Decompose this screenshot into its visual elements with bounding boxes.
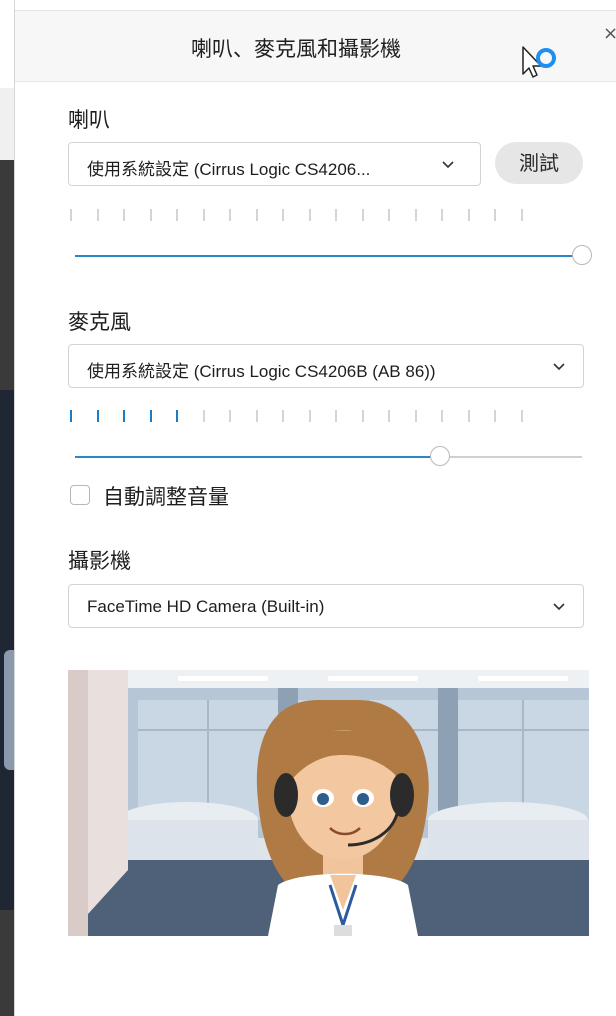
slider-fill — [75, 456, 441, 458]
level-segment — [521, 209, 523, 221]
level-segment — [388, 209, 390, 221]
level-segment — [468, 410, 470, 422]
test-speaker-button[interactable]: 測試 — [495, 142, 583, 184]
level-segment — [335, 410, 337, 422]
level-segment — [494, 410, 496, 422]
speaker-label: 喇叭 — [68, 108, 110, 132]
level-segment — [388, 410, 390, 422]
speaker-volume-slider[interactable] — [75, 245, 592, 267]
level-segment — [70, 410, 72, 422]
level-segment — [203, 410, 205, 422]
level-segment — [123, 410, 125, 422]
camera-preview — [68, 670, 589, 936]
level-segment — [309, 410, 311, 422]
chevron-down-icon — [553, 603, 565, 611]
level-segment — [415, 410, 417, 422]
level-segment — [362, 410, 364, 422]
microphone-select[interactable]: 使用系統設定 (Cirrus Logic CS4206B (AB 86)) — [68, 344, 584, 388]
background-app-panel — [0, 160, 14, 390]
panel-title: 喇叭、麥克風和攝影機 — [191, 37, 401, 61]
level-segment — [441, 410, 443, 422]
chevron-down-icon — [553, 363, 565, 371]
level-segment — [97, 209, 99, 221]
background-app-strip — [0, 0, 14, 1016]
level-segment — [362, 209, 364, 221]
level-segment — [150, 410, 152, 422]
level-segment — [176, 209, 178, 221]
level-segment — [97, 410, 99, 422]
level-segment — [441, 209, 443, 221]
level-segment — [256, 410, 258, 422]
av-settings-panel: 喇叭、麥克風和攝影機 × 喇叭 使用系統設定 (Cirrus Logic CS4… — [14, 0, 616, 1016]
background-app-bar — [0, 88, 14, 160]
speaker-select-value: 使用系統設定 (Cirrus Logic CS4206... — [87, 160, 371, 179]
level-segment — [335, 209, 337, 221]
microphone-volume-slider[interactable] — [75, 446, 582, 468]
level-segment — [256, 209, 258, 221]
level-segment — [229, 410, 231, 422]
microphone-label: 麥克風 — [68, 310, 131, 334]
level-segment — [468, 209, 470, 221]
level-segment — [415, 209, 417, 221]
level-segment — [229, 209, 231, 221]
level-segment — [70, 209, 72, 221]
level-segment — [521, 410, 523, 422]
level-segment — [309, 209, 311, 221]
background-video-tile — [0, 390, 14, 910]
camera-select-value: FaceTime HD Camera (Built-in) — [87, 597, 325, 616]
camera-label: 攝影機 — [68, 549, 131, 573]
level-segment — [123, 209, 125, 221]
microphone-select-value: 使用系統設定 (Cirrus Logic CS4206B (AB 86)) — [87, 362, 436, 381]
level-segment — [150, 209, 152, 221]
auto-adjust-checkbox[interactable] — [70, 485, 90, 505]
slider-thumb[interactable] — [572, 245, 592, 265]
level-segment — [282, 410, 284, 422]
level-segment — [494, 209, 496, 221]
cursor-busy-icon — [522, 46, 556, 78]
slider-thumb[interactable] — [430, 446, 451, 466]
close-icon[interactable]: × — [603, 23, 616, 44]
auto-adjust-label: 自動調整音量 — [103, 485, 229, 509]
level-segment — [203, 209, 205, 221]
background-app-panel-lower — [0, 910, 14, 1016]
camera-preview-image — [68, 670, 589, 936]
level-segment — [176, 410, 178, 422]
level-segment — [282, 209, 284, 221]
slider-fill — [75, 255, 582, 257]
speaker-select[interactable]: 使用系統設定 (Cirrus Logic CS4206... — [68, 142, 481, 186]
chevron-down-icon — [442, 161, 454, 169]
camera-select[interactable]: FaceTime HD Camera (Built-in) — [68, 584, 584, 628]
